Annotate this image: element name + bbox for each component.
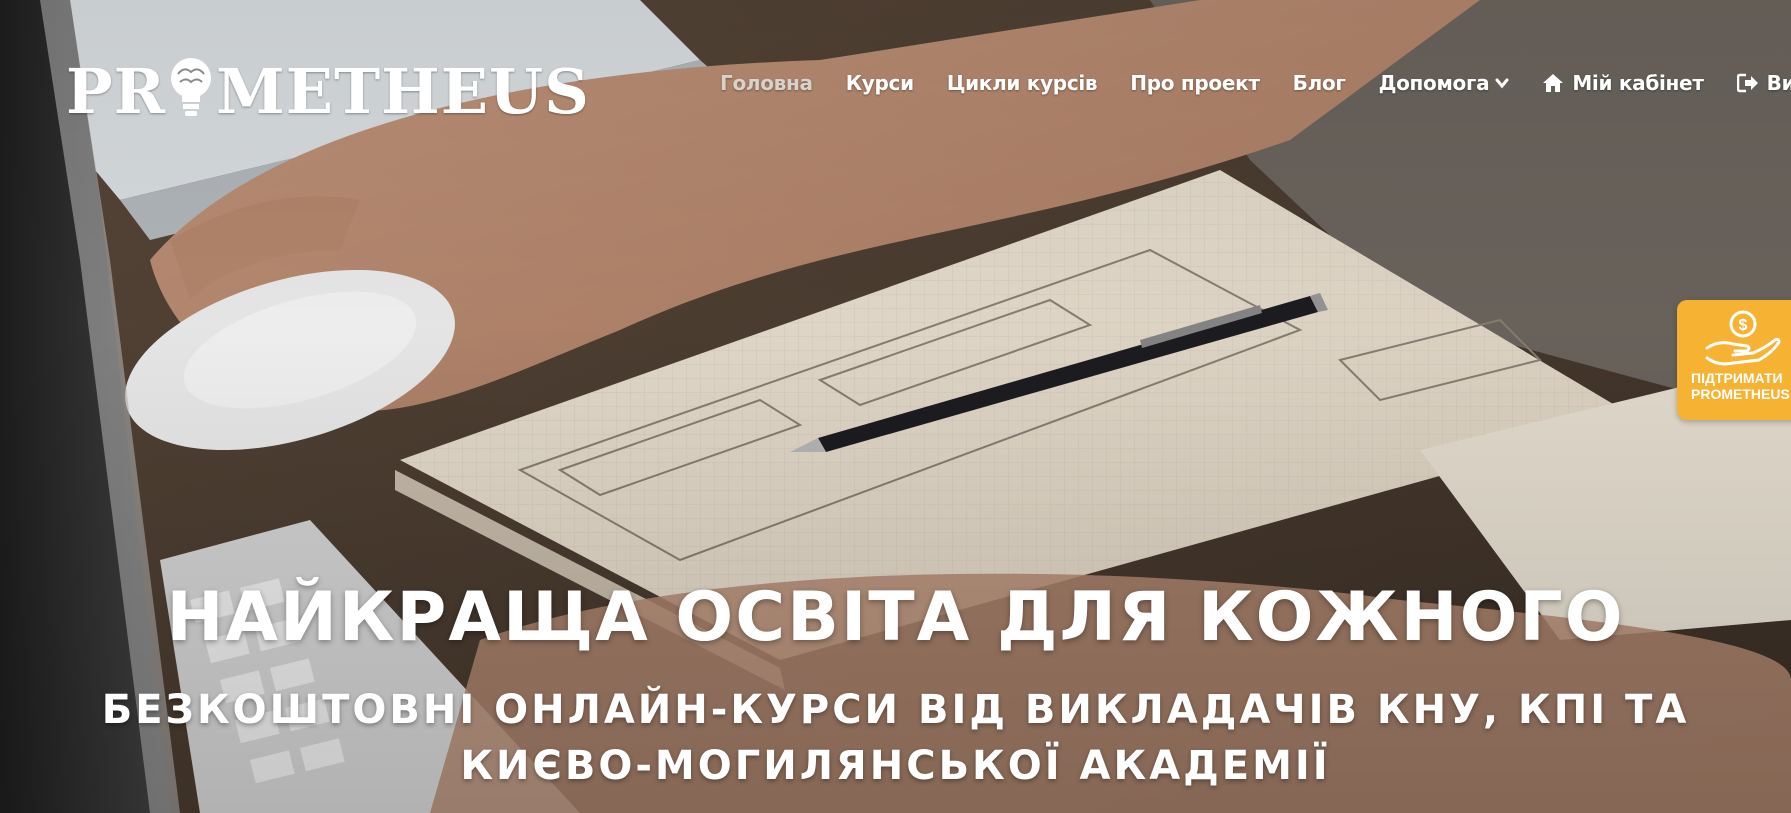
nav-item-home[interactable]: Головна bbox=[720, 71, 813, 95]
nav-item-label: Курси bbox=[845, 71, 914, 95]
nav-item-label: Про проект bbox=[1130, 71, 1260, 95]
nav-item-course-cycles[interactable]: Цикли курсів bbox=[946, 71, 1098, 95]
hero-title: НАЙКРАЩА ОСВІТА ДЛЯ КОЖНОГО bbox=[166, 578, 1625, 657]
nav-item-blog[interactable]: Блог bbox=[1293, 71, 1346, 95]
prometheus-logo[interactable]: PR METHEUS bbox=[66, 54, 590, 128]
nav-item-label: Блог bbox=[1292, 71, 1346, 95]
sign-out-icon bbox=[1736, 73, 1758, 93]
chevron-down-icon bbox=[1495, 78, 1509, 89]
nav-item-label: Головна bbox=[720, 71, 813, 95]
nav-item-label: Цикли курсів bbox=[946, 71, 1098, 95]
logo-text-left: PR bbox=[66, 54, 167, 128]
logo-text-right: METHEUS bbox=[216, 54, 590, 128]
home-icon bbox=[1543, 74, 1564, 92]
nav-item-label: Мій кабінет bbox=[1572, 71, 1704, 95]
main-navigation: Головна Курси Цикли курсів Про проект Бл… bbox=[720, 66, 1791, 100]
lightbulb-brain-icon bbox=[171, 58, 212, 116]
nav-item-my-cabinet[interactable]: Мій кабінет bbox=[1542, 71, 1704, 95]
nav-item-about[interactable]: Про проект bbox=[1130, 71, 1260, 95]
nav-item-help-dropdown[interactable]: Допомога bbox=[1379, 71, 1510, 95]
nav-item-logout[interactable]: Вийти bbox=[1736, 71, 1791, 95]
hero-subtitle: БЕЗКОШТОВНІ ОНЛАЙН-КУРСИ ВІД ВИКЛАДАЧІВ … bbox=[101, 687, 1690, 789]
hand-coin-icon: $ bbox=[1705, 310, 1781, 366]
nav-item-label: Вийти bbox=[1766, 71, 1791, 95]
nav-item-label: Допомога bbox=[1378, 71, 1490, 95]
nav-item-courses[interactable]: Курси bbox=[846, 71, 914, 95]
hero-section: PR METHEUS Головна Курси Цикли курсів Пр… bbox=[0, 0, 1791, 813]
svg-text:$: $ bbox=[1739, 317, 1748, 334]
support-label: ПІДТРИМАТИ PROMETHEUS bbox=[1691, 370, 1790, 402]
support-prometheus-button[interactable]: $ ПІДТРИМАТИ PROMETHEUS bbox=[1677, 300, 1791, 420]
